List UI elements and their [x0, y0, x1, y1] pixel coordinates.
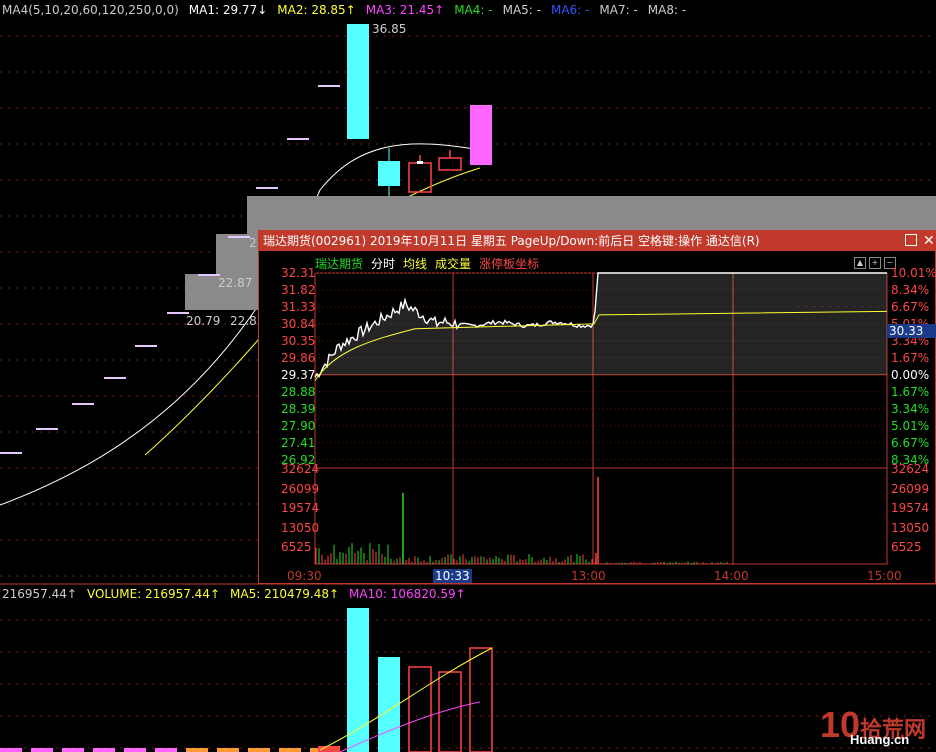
- vol-legend-item-2: MA5: 210479.48↑: [230, 587, 340, 601]
- price-label-2079: 20.79: [186, 314, 221, 328]
- price-tick: 28.39: [281, 401, 316, 416]
- ma-legend-item-6: MA6: -: [550, 3, 590, 17]
- price-tick: 32.31: [281, 266, 316, 280]
- percent-tick: 1.67%: [891, 384, 930, 399]
- time-tick: 15:00: [867, 569, 902, 583]
- price-tick: 29.37: [281, 367, 316, 382]
- volume-bar-small: [186, 748, 208, 752]
- ma-legend-item-2: MA2: 28.85↑: [277, 3, 356, 17]
- volume-tick: 19574: [281, 501, 320, 515]
- ma-legend-item-5: MA5: -: [502, 3, 541, 17]
- one-price-candle: [135, 345, 157, 347]
- volume-bar-small: [155, 748, 177, 752]
- price-tick: 27.41: [281, 435, 316, 450]
- vol-legend-item-0: 216957.44↑: [2, 587, 77, 601]
- volume-tick: 6525: [281, 540, 312, 554]
- time-tick: 14:00: [714, 569, 749, 583]
- percent-tick: 8.34%: [891, 282, 930, 297]
- volume-bar-small: [217, 748, 239, 752]
- vol-ma5-line: [319, 647, 493, 751]
- ma-legend-item-1: MA1: 29.77↓: [188, 3, 268, 17]
- candle-hollow-red: [438, 157, 462, 171]
- price-tick: 28.88: [281, 384, 316, 399]
- volume-tick: 26099: [891, 481, 930, 496]
- volume-bar: [347, 608, 369, 752]
- percent-tick: 10.01%: [891, 266, 936, 280]
- main-ma-legend: MA4(5,10,20,60,120,250,0,0) MA1: 29.77↓ MA…: [2, 3, 696, 17]
- intraday-popup[interactable]: 瑞达期货(002961) 2019年10月11日 星期五 PageUp/Down…: [258, 230, 936, 584]
- volume-bar-small: [31, 748, 53, 752]
- one-price-candle: [104, 377, 126, 379]
- one-price-candle: [36, 428, 58, 430]
- ma-legend-item-8: MA8: -: [647, 3, 687, 17]
- vol-legend-item-1: VOLUME: 216957.44↑: [86, 587, 221, 601]
- candle-up-magenta: [470, 105, 492, 165]
- candle-cursor: [417, 161, 423, 164]
- ma-legend-item-3: MA3: 21.45↑: [365, 3, 445, 17]
- volume-bar-small: [93, 748, 115, 752]
- cursor-time-label: 10:33: [433, 569, 472, 583]
- candle-down-cyan: [378, 161, 400, 186]
- vol-legend-item-3: MA10: 106820.59↑: [349, 587, 466, 601]
- price-tick: 30.35: [281, 333, 316, 348]
- percent-tick: 0.00%: [891, 367, 930, 382]
- candle-up-cyan: [347, 24, 369, 139]
- ma-legend-item-4: MA4: -: [454, 3, 493, 17]
- price-tick: 31.33: [281, 299, 316, 314]
- volume-bars: [0, 608, 493, 752]
- volume-bar: [408, 666, 432, 752]
- percent-tick: 1.67%: [891, 350, 930, 365]
- time-tick: 09:30: [287, 569, 322, 583]
- volume-tick: 13050: [281, 520, 320, 535]
- volume-bar: [378, 657, 400, 752]
- one-price-candle: [0, 452, 22, 454]
- volume-tick: 19574: [891, 501, 930, 515]
- ma-legend-item-7: MA7: -: [599, 3, 638, 17]
- volume-bar-small: [124, 748, 146, 752]
- percent-tick: 5.01%: [891, 418, 930, 433]
- volume-tick: 26099: [281, 481, 320, 496]
- one-price-candle: [72, 403, 94, 405]
- price-tick: 31.82: [281, 282, 316, 297]
- volume-tick: 32624: [891, 462, 930, 476]
- volume-legend: 216957.44↑ VOLUME: 216957.44↑ MA5: 210479.…: [2, 587, 476, 601]
- price-tick: 29.86: [281, 350, 316, 365]
- price-area-fill: [315, 273, 887, 378]
- watermark-logo: 10拾荒网 Huang.cn: [819, 704, 926, 747]
- ma-legend-item-0: MA4(5,10,20,60,120,250,0,0): [2, 3, 179, 17]
- volume-tick: 6525: [891, 540, 922, 554]
- percent-tick: 6.67%: [891, 299, 930, 314]
- one-price-candle: [198, 274, 220, 276]
- price-label-partial: 2: [249, 236, 257, 250]
- volume-bar-small: [0, 748, 22, 752]
- price-tick: 30.84: [281, 316, 316, 331]
- one-price-candle: [228, 236, 250, 238]
- one-price-candle: [287, 138, 309, 140]
- one-price-candle: [318, 85, 340, 87]
- volume-bar-small: [279, 748, 301, 752]
- time-tick: 13:00: [571, 569, 606, 583]
- last-price-tag: 30.33: [887, 324, 936, 338]
- volume-bar-small: [62, 748, 84, 752]
- volume-bar: [469, 647, 493, 752]
- one-price-candle: [256, 187, 278, 189]
- high-price-label: 36.85: [372, 22, 407, 36]
- percent-tick: 6.67%: [891, 435, 930, 450]
- volume-tick: 13050: [891, 520, 930, 535]
- volume-bar-small: [248, 748, 270, 752]
- price-tick: 27.90: [281, 418, 316, 433]
- intraday-chart[interactable]: [259, 231, 935, 583]
- percent-tick: 3.34%: [891, 401, 930, 416]
- volume-tick: 32624: [281, 462, 320, 476]
- price-label-2287: 22.87: [218, 276, 253, 290]
